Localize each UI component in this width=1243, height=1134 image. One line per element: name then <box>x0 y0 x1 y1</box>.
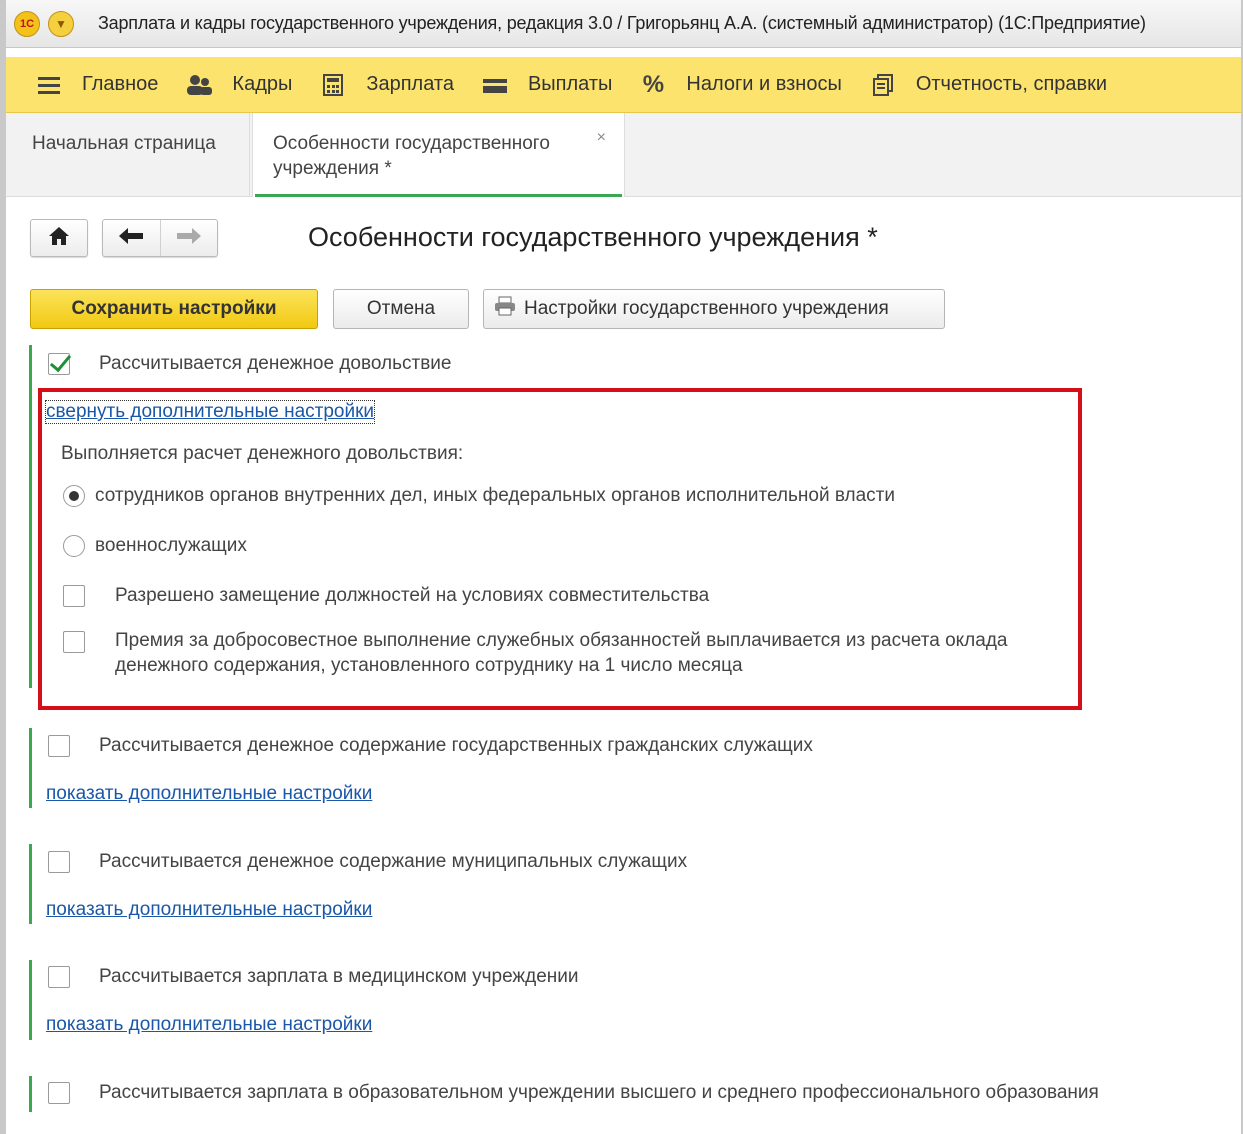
educational-institution-checkbox[interactable] <box>48 1082 70 1104</box>
educational-institution-label: Рассчитывается зарплата в образовательно… <box>99 1082 1099 1103</box>
list-icon <box>36 74 62 96</box>
show-settings-link[interactable]: показать дополнительные настройки <box>46 1014 372 1036</box>
tabs-bar: Начальная страница Особенности государст… <box>6 113 1241 197</box>
people-icon <box>186 74 213 96</box>
tab-institution-features[interactable]: Особенности государственного учреждения … <box>252 113 625 197</box>
tab-home[interactable]: Начальная страница <box>20 113 250 197</box>
section-indicator <box>29 728 32 808</box>
page-title: Особенности государственного учреждения … <box>308 222 878 252</box>
active-tab-indicator <box>255 194 622 197</box>
municipal-servants-label: Рассчитывается денежное содержание муниц… <box>99 851 688 872</box>
arrow-left-icon <box>119 227 144 249</box>
forward-button[interactable] <box>159 220 217 256</box>
civil-servants-label: Рассчитывается денежное содержание госуд… <box>99 735 813 756</box>
show-settings-link[interactable]: показать дополнительные настройки <box>46 783 372 805</box>
arrow-right-icon <box>176 227 201 249</box>
home-icon <box>48 226 70 251</box>
navigation-buttons <box>102 219 218 257</box>
monetary-allowance-checkbox[interactable] <box>48 353 70 375</box>
save-settings-button[interactable]: Сохранить настройки <box>30 289 318 329</box>
menu-item-hr[interactable]: Кадры <box>186 73 292 96</box>
menu-item-main[interactable]: Главное <box>36 73 158 96</box>
form-content: Особенности государственного учреждения … <box>6 198 1241 1134</box>
percent-icon: % <box>642 70 665 98</box>
menu-item-payments[interactable]: Выплаты <box>482 73 612 96</box>
menu-item-label: Налоги и взносы <box>686 73 842 95</box>
section-indicator <box>29 345 32 688</box>
menu-item-reports[interactable]: Отчетность, справки <box>870 73 1107 96</box>
close-icon[interactable]: × <box>597 125 606 150</box>
window-title: Зарплата и кадры государственного учрежд… <box>98 13 1146 33</box>
medical-institution-checkbox[interactable] <box>48 966 70 988</box>
menu-item-label: Выплаты <box>527 73 613 95</box>
title-bar: 1С ▼ Зарплата и кадры государственного у… <box>6 0 1241 48</box>
menu-item-label: Главное <box>82 73 159 95</box>
logo-1c-icon: 1С <box>14 10 40 37</box>
institution-settings-label: Настройки государственного учреждения <box>524 298 889 319</box>
cancel-button[interactable]: Отмена <box>333 289 469 329</box>
calculator-icon <box>320 73 346 96</box>
section-indicator <box>29 960 32 1040</box>
menu-item-salary[interactable]: Зарплата <box>320 73 454 96</box>
documents-icon <box>870 73 896 96</box>
monetary-allowance-label: Рассчитывается денежное довольствие <box>99 353 452 374</box>
back-button[interactable] <box>103 220 160 256</box>
highlight-frame <box>38 388 1082 710</box>
civil-servants-checkbox[interactable] <box>48 735 70 757</box>
app-window: 1С ▼ Зарплата и кадры государственного у… <box>0 0 1243 1134</box>
institution-settings-button[interactable]: Настройки государственного учреждения <box>483 289 945 329</box>
section-indicator <box>29 844 32 924</box>
show-settings-link[interactable]: показать дополнительные настройки <box>46 899 372 921</box>
menu-item-label: Отчетность, справки <box>915 73 1108 95</box>
menu-item-label: Кадры <box>232 73 293 95</box>
tab-label: Особенности государственного учреждения … <box>273 133 550 179</box>
main-menu: Главное Кадры Зарплата Выплаты % Налоги … <box>6 57 1241 113</box>
wallet-icon <box>482 74 508 96</box>
menu-item-label: Зарплата <box>366 73 454 95</box>
printer-icon <box>494 296 516 322</box>
medical-institution-label: Рассчитывается зарплата в медицинском уч… <box>99 966 579 987</box>
home-button[interactable] <box>30 219 88 257</box>
municipal-servants-checkbox[interactable] <box>48 851 70 873</box>
menu-item-taxes[interactable]: % Налоги и взносы <box>640 70 842 98</box>
chevron-down-icon[interactable]: ▼ <box>48 10 74 37</box>
section-indicator <box>29 1076 32 1112</box>
